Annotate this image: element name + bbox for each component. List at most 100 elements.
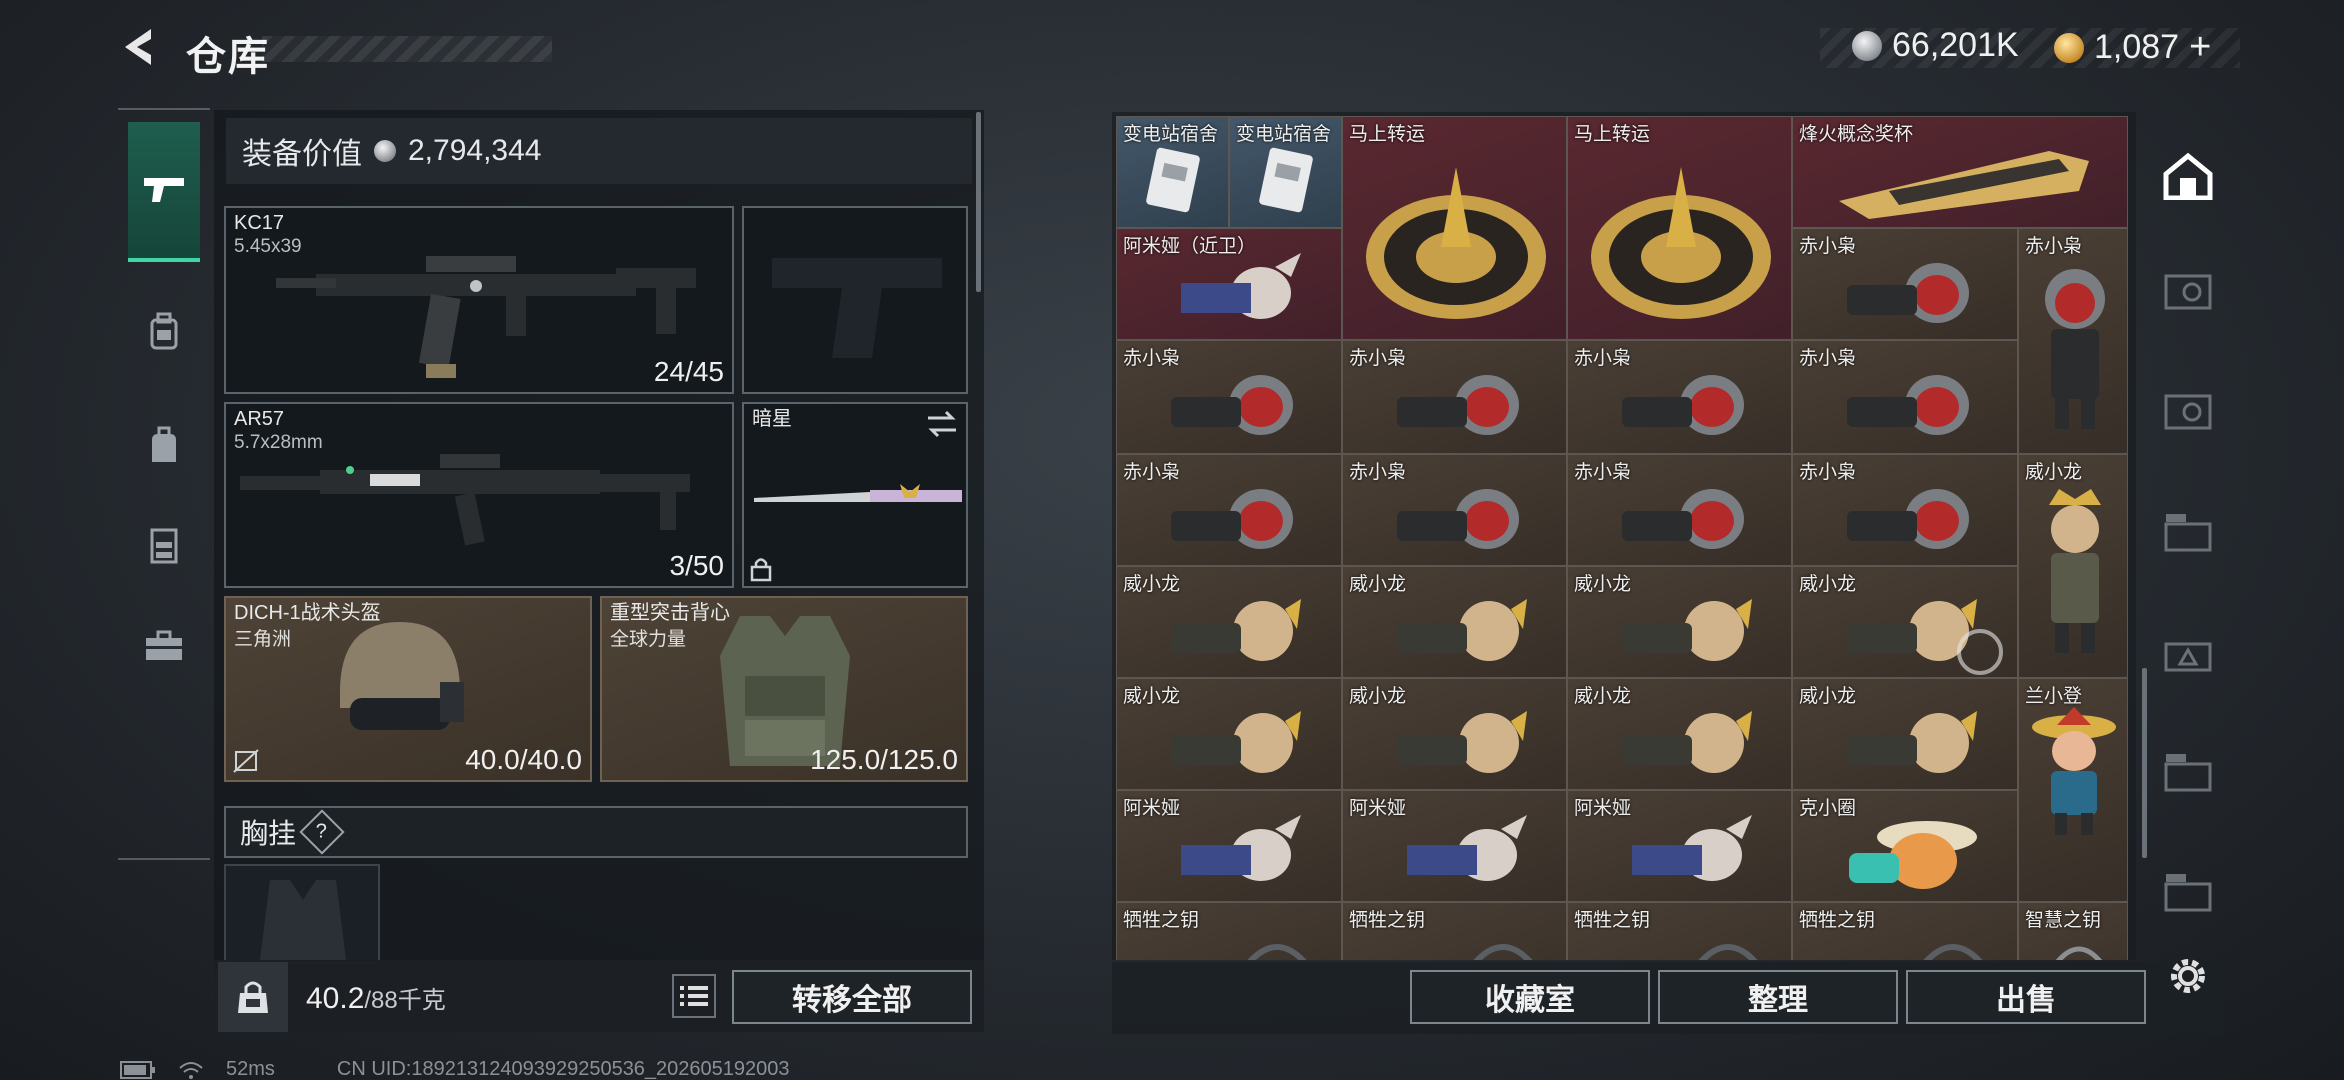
carry-weight-current: 40.2 <box>306 982 365 1015</box>
collection-room-button[interactable]: 收藏室 <box>1410 970 1650 1024</box>
primary-weapon-slot[interactable]: KC17 5.45x39 24/45 <box>224 206 734 394</box>
gun-icon <box>144 178 184 202</box>
stash-item[interactable]: 智慧之钥 <box>2018 902 2128 960</box>
stash-item[interactable]: 变电站宿舍 <box>1116 116 1229 228</box>
stash-tab-3[interactable] <box>2154 498 2222 566</box>
chest-rig-slot[interactable] <box>224 864 380 964</box>
figure-amiya-icon <box>1407 815 1527 881</box>
stash-item[interactable]: 赤小枭 <box>1567 454 1792 566</box>
stash-item[interactable]: 牺牲之钥 <box>1116 902 1342 960</box>
stash-item[interactable]: 阿米娅 <box>1116 790 1342 902</box>
figure-weixiaolong-icon <box>1397 599 1527 661</box>
help-mark: ? <box>316 820 328 843</box>
stash-item[interactable]: 威小龙 <box>1792 566 2018 678</box>
nav-toolbox[interactable] <box>128 610 200 682</box>
chest-rig-silhouette-icon <box>260 880 346 960</box>
back-button[interactable] <box>112 22 162 72</box>
stash-item[interactable]: 赤小枭 <box>1792 340 2018 454</box>
stash-item[interactable]: 赤小枭 <box>1567 340 1792 454</box>
stash-item[interactable]: 赤小枭 <box>1116 340 1342 454</box>
add-currency-button[interactable]: + <box>2189 26 2211 69</box>
item-label: 马上转运 <box>1349 124 1426 145</box>
stash-tab-4[interactable] <box>2154 618 2222 686</box>
stash-tab-6[interactable] <box>2154 858 2222 926</box>
stash-item[interactable]: 威小龙 <box>1116 566 1342 678</box>
armor-durability: 125.0/125.0 <box>810 744 958 775</box>
no-insurance-icon <box>233 749 259 773</box>
stash-item[interactable]: 威小龙 <box>1116 678 1342 790</box>
armor-slot[interactable]: 重型突击背心 全球力量 125.0/125.0 <box>600 596 968 782</box>
stash-item[interactable]: 烽火概念奖杯 <box>1792 116 2128 228</box>
sell-button[interactable]: 出售 <box>1906 970 2146 1024</box>
stash-tab-2[interactable] <box>2154 378 2222 446</box>
stash-item[interactable]: 牺牲之钥 <box>1567 902 1792 960</box>
stash-item[interactable]: 克小圈 <box>1792 790 2018 902</box>
stash-tab-5[interactable] <box>2154 738 2222 806</box>
lock-icon <box>750 558 772 582</box>
equipment-scrollbar[interactable] <box>976 112 981 292</box>
chest-rig-label: 胸挂 <box>240 818 297 849</box>
stash-item[interactable]: 马上转运 <box>1342 116 1567 340</box>
secondary-weapon-slot[interactable]: AR57 5.7x28mm 3/50 <box>224 402 734 588</box>
stash-item[interactable]: 威小龙 <box>1342 678 1567 790</box>
stash-item[interactable]: 阿米娅 <box>1342 790 1567 902</box>
stash-item[interactable]: 变电站宿舍 <box>1229 116 1342 228</box>
stash-item[interactable]: 威小龙 <box>1792 678 2018 790</box>
stash-item[interactable]: 威小龙 <box>1567 566 1792 678</box>
stash-item[interactable]: 牺牲之钥 <box>1342 902 1567 960</box>
stash-item[interactable]: 兰小登 <box>2018 678 2128 902</box>
primary-weapon-ammo: 24/45 <box>653 356 724 387</box>
settings-button[interactable] <box>2160 948 2216 1004</box>
nav-vest[interactable] <box>128 510 200 582</box>
stash-item[interactable]: 赤小枭 <box>1116 454 1342 566</box>
pistol-slot[interactable] <box>742 206 968 394</box>
stash-item[interactable]: 威小龙 <box>2018 454 2128 678</box>
carry-weight: 40.2/88千克 <box>306 980 446 1016</box>
melee-slot[interactable]: 暗星 <box>742 402 968 588</box>
stash-item[interactable]: 赤小枭 <box>1342 340 1567 454</box>
stash-item[interactable]: 赤小枭 <box>2018 228 2128 454</box>
swap-icon[interactable] <box>926 410 958 438</box>
stash-item[interactable]: 赤小枭 <box>1792 454 2018 566</box>
figure-weixiaolong-icon <box>1397 711 1527 773</box>
stash-item[interactable]: 威小龙 <box>1342 566 1567 678</box>
figure-chixiaoxiao-standing-icon <box>2045 269 2105 429</box>
figure-weixiaolong-icon <box>1171 711 1301 773</box>
key-icon <box>1473 944 1533 960</box>
stash-item[interactable]: 威小龙 <box>1567 678 1792 790</box>
equipment-value-row: 装备价值 2,794,344 <box>226 118 972 184</box>
melee-name: 暗星 <box>752 408 792 430</box>
nav-weapons[interactable] <box>128 122 200 262</box>
nav-backpack[interactable] <box>128 296 200 368</box>
stash-item[interactable]: 阿米娅（近卫） <box>1116 228 1342 340</box>
help-icon[interactable]: ? <box>299 809 345 855</box>
organize-button[interactable]: 整理 <box>1658 970 1898 1024</box>
knife-image <box>754 484 962 502</box>
stash-item[interactable]: 马上转运 <box>1567 116 1792 340</box>
gold-currency[interactable]: 1,087 + <box>2054 26 2211 69</box>
figure-weixiaolong-icon <box>1171 599 1301 661</box>
vault-tab-1-icon <box>2164 274 2212 310</box>
chest-rig-row: 胸挂 ? <box>224 806 968 858</box>
gti-tab-2-icon <box>2164 642 2212 672</box>
stash-scrollbar[interactable] <box>2142 668 2147 858</box>
figure-lanxiaodeng-standing-icon <box>2032 707 2116 835</box>
silver-currency[interactable]: 66,201K <box>1852 26 2019 65</box>
helmet-slot[interactable]: DICH-1战术头盔 三角洲 40.0/40.0 <box>224 596 592 782</box>
gold-medallion-icon <box>1366 167 1546 319</box>
stash-item[interactable]: 牺牲之钥 <box>1792 902 2018 960</box>
list-view-button[interactable] <box>672 974 716 1018</box>
stash-item[interactable]: 赤小枭 <box>1342 454 1567 566</box>
vault-tab-2-icon <box>2164 394 2212 430</box>
helmet-durability: 40.0/40.0 <box>465 744 582 775</box>
stash-tab-1[interactable] <box>2154 258 2222 326</box>
stash-item[interactable]: 阿米娅 <box>1567 790 1792 902</box>
stash-item[interactable]: 赤小枭 <box>1792 228 2018 340</box>
bag-icon <box>152 426 176 462</box>
transfer-all-button[interactable]: 转移全部 <box>732 970 972 1024</box>
nav-bag[interactable] <box>128 410 200 482</box>
weight-lock-button[interactable] <box>218 962 288 1032</box>
carry-weight-max: /88千克 <box>364 987 446 1014</box>
rifle-image <box>276 256 696 378</box>
stash-tab-home[interactable] <box>2154 142 2222 210</box>
